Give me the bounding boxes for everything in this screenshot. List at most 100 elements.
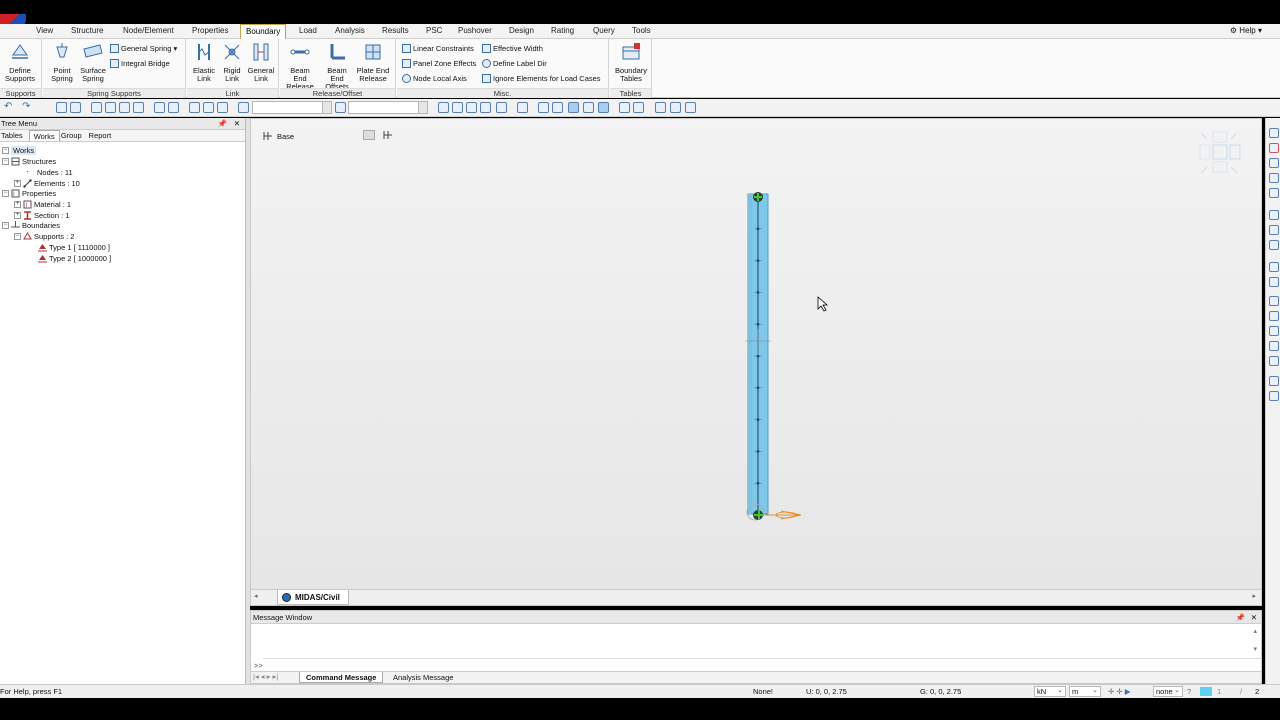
tab-analysis[interactable]: Analysis (335, 26, 365, 35)
zoom-in-icon[interactable] (1269, 128, 1279, 138)
tab-tools[interactable]: Tools (632, 26, 651, 35)
zoom-fit-icon[interactable] (1269, 158, 1279, 168)
length-unit-select[interactable]: m (1069, 686, 1101, 697)
node-local-axis-button[interactable]: Node Local Axis (402, 72, 467, 84)
right-view-icon[interactable] (1269, 311, 1279, 321)
zoom-window-icon[interactable] (1269, 173, 1279, 183)
tab-analysis-message[interactable]: Analysis Message (387, 672, 459, 683)
activate-icon[interactable] (189, 102, 200, 113)
tab-psc[interactable]: PSC (426, 26, 442, 35)
tree-item-works[interactable]: − Works (2, 145, 37, 155)
tab-results[interactable]: Results (382, 26, 409, 35)
point-spring-button[interactable]: Point Spring (45, 41, 79, 87)
define-label-dir-button[interactable]: Define Label Dir (482, 57, 547, 69)
linear-constraints-button[interactable]: Linear Constraints (402, 42, 474, 54)
view-back-icon[interactable] (452, 102, 463, 113)
effective-width-button[interactable]: Effective Width (482, 42, 543, 54)
pan-icon[interactable] (1269, 188, 1279, 198)
tab-structure[interactable]: Structure (71, 26, 103, 35)
tab-view[interactable]: View (36, 26, 53, 35)
tree-tab-tables[interactable]: Tables (0, 130, 29, 141)
tree-tab-report[interactable]: Report (88, 130, 118, 141)
dynamic-view-icon[interactable] (1269, 240, 1279, 250)
select-window-icon[interactable] (70, 102, 81, 113)
axis-icon[interactable] (1269, 356, 1279, 366)
shade-icon[interactable] (598, 102, 609, 113)
tab-boundary[interactable]: Boundary (240, 24, 287, 39)
tree-tab-works[interactable]: Works (28, 130, 60, 141)
scroll-left-icon[interactable]: ◂ (254, 592, 258, 600)
undo-icon[interactable]: ↶ (4, 102, 15, 113)
rotate-icon[interactable] (1269, 225, 1279, 235)
collapse-icon[interactable]: − (2, 189, 9, 197)
print-icon[interactable] (670, 102, 681, 113)
pin-icon[interactable]: 📌 (1236, 611, 1245, 624)
view-cube[interactable] (1199, 131, 1243, 175)
iso-view-icon[interactable] (568, 102, 579, 113)
tree-item-material[interactable]: + I Material : 1 (14, 199, 71, 209)
expand-icon[interactable]: + (14, 200, 21, 208)
tab-properties[interactable]: Properties (192, 26, 228, 35)
force-unit-select[interactable]: kN (1034, 686, 1066, 697)
scroll-up-icon[interactable]: ▴ (1253, 627, 1257, 635)
zoom-out-icon[interactable] (1269, 143, 1279, 153)
help-menu[interactable]: ⚙ Help ▾ (1230, 26, 1262, 35)
tab-command-message[interactable]: Command Message (299, 672, 384, 683)
tab-query[interactable]: Query (593, 26, 615, 35)
select-polygon-icon[interactable] (91, 102, 102, 113)
hidden-icon[interactable] (583, 102, 594, 113)
collapse-icon[interactable]: − (2, 157, 9, 165)
tree-item-properties[interactable]: − I Properties (2, 188, 56, 198)
view-front-icon[interactable] (438, 102, 449, 113)
ignore-elements-button[interactable]: Ignore Elements for Load Cases (482, 72, 601, 84)
tree-item-elements[interactable]: + Elements : 10 (14, 178, 80, 188)
model-viewport[interactable]: Base (250, 118, 1262, 590)
close-icon[interactable]: ✕ (1251, 611, 1257, 624)
tab-rating[interactable]: Rating (551, 26, 574, 35)
collapse-icon[interactable]: − (2, 221, 9, 229)
left-view-icon[interactable] (1269, 326, 1279, 336)
collapse-icon[interactable]: − (2, 146, 9, 154)
top-support-symbol[interactable] (753, 192, 763, 202)
plate-end-release-button[interactable]: Plate End Release (356, 41, 390, 87)
model-canvas[interactable] (251, 119, 1261, 589)
lock-icon[interactable] (685, 102, 696, 113)
pan-icon[interactable] (552, 102, 563, 113)
unselect-icon[interactable] (168, 102, 179, 113)
zoom-window-icon[interactable] (538, 102, 549, 113)
collapse-icon[interactable]: − (14, 232, 21, 240)
inactivate-icon[interactable] (203, 102, 214, 113)
select-volume-icon[interactable] (133, 102, 144, 113)
select-plane-icon[interactable] (119, 102, 130, 113)
zoom-fit-icon[interactable] (517, 102, 528, 113)
view-right-icon[interactable] (480, 102, 491, 113)
back-view-icon[interactable] (1269, 341, 1279, 351)
tree-item-supports[interactable]: − Supports : 2 (14, 231, 74, 241)
define-supports-button[interactable]: Define Supports (3, 41, 37, 87)
tree-tab-group[interactable]: Group (60, 130, 88, 141)
surface-spring-button[interactable]: Surface Spring (76, 41, 110, 87)
node-number-icon[interactable] (619, 102, 630, 113)
help-icon[interactable]: ? (1187, 687, 1191, 696)
snap-icon[interactable]: ✛ ✛ ▶ (1108, 687, 1131, 696)
scroll-down-icon[interactable]: ▾ (1253, 645, 1257, 653)
scroll-right-icon[interactable]: ▸ (1252, 592, 1256, 600)
element-number-icon[interactable] (633, 102, 644, 113)
activate-all-icon[interactable] (217, 102, 228, 113)
refresh-icon[interactable] (1269, 391, 1279, 401)
filter-combo[interactable] (348, 101, 428, 114)
select-intersect-icon[interactable] (105, 102, 116, 113)
tab-design[interactable]: Design (509, 26, 534, 35)
filter-icon[interactable] (335, 102, 346, 113)
top-view-icon[interactable] (1269, 277, 1279, 287)
tree-item-nodes[interactable]: · Nodes : 11 (26, 167, 73, 177)
doc-tab-midas[interactable]: MIDAS/Civil (277, 590, 349, 605)
expand-icon[interactable]: + (14, 211, 21, 219)
select-icon[interactable] (56, 102, 67, 113)
general-spring-button[interactable]: General Spring ▾ (110, 42, 177, 54)
display-icon[interactable] (655, 102, 666, 113)
beam-end-offsets-button[interactable]: Beam End Offsets (320, 41, 354, 91)
search-icon[interactable] (1269, 210, 1279, 220)
select-all-icon[interactable] (154, 102, 165, 113)
close-icon[interactable]: ✕ (234, 118, 240, 130)
